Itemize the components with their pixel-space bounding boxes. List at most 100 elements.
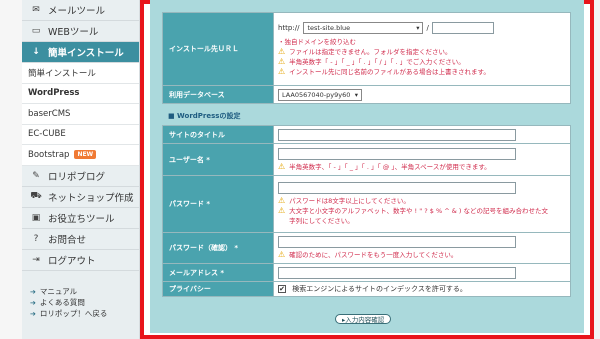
site-title-input[interactable]	[278, 128, 516, 141]
warning-text: ファイルは指定できません。フォルダを指定ください。	[289, 48, 452, 56]
warning-text: パスワードは8文字以上にしてください。	[289, 197, 410, 205]
chevron-down-icon: ▾	[354, 90, 358, 99]
warning-text: 大文字と小文字のアルファベット、数字や ! " ? $ % ^ & ) などの記…	[289, 207, 548, 225]
username-label: ユーザー名 *	[162, 143, 274, 176]
warning-text: インストール先に同じ名前のファイルがある場合は上書きされます。	[289, 68, 490, 76]
wordpress-settings-heading: ■ WordPressの設定	[168, 112, 241, 120]
email-label: メールアドレス *	[162, 263, 274, 282]
sidebar-item-label: WEBツール	[48, 27, 99, 38]
site-title-label: サイトのタイトル	[162, 125, 274, 144]
site-title-cell	[273, 125, 571, 144]
confirm-input-button[interactable]: ▸入力内容確認	[335, 314, 392, 324]
link-manual[interactable]: ➔ マニュアル	[30, 286, 107, 297]
subnav-ec-cube[interactable]: EC-CUBE	[22, 124, 139, 145]
sidebar-item-label: メールツール	[48, 6, 106, 17]
sidebar-item-label: お役立ちツール	[48, 213, 115, 225]
password-cell: ⚠ パスワードは8文字以上にしてください。 ⚠ 大文字と小文字のアルファベット、…	[273, 175, 571, 233]
install-url-cell: http:// test-site.blue ▾ / ・独自ドメインを絞り込む …	[273, 12, 571, 86]
privacy-text: 検索エンジンによるサイトのインデックスを許可する。	[292, 285, 467, 293]
filter-domain-link[interactable]: ・独自ドメインを絞り込む	[278, 37, 566, 47]
chevron-down-icon: ▾	[416, 23, 420, 32]
link-back-to-lolipop[interactable]: ➔ ロリポップ！へ戻る	[30, 308, 107, 319]
link-faq[interactable]: ➔ よくある質問	[30, 297, 107, 308]
subnav-label: 簡単インストール	[28, 68, 96, 79]
sidebar-item-web-tools[interactable]: ▭ WEBツール	[22, 21, 139, 42]
install-settings-table: インストール先ＵＲＬ http:// test-site.blue ▾ / ・独…	[162, 12, 571, 104]
warning-line: ⚠ ファイルは指定できません。フォルダを指定ください。	[278, 47, 566, 57]
url-prefix: http://	[278, 23, 300, 32]
privacy-cell: ✔ 検索エンジンによるサイトのインデックスを許可する。	[273, 281, 571, 297]
sidebar-item-lolipo-blog[interactable]: ✎ ロリポブログ	[22, 165, 139, 187]
warning-line: ⚠ 半角英数字、「 - 」「 _ 」「 . 」「 @ 」、半角スペースが使用でき…	[278, 162, 566, 172]
new-badge: NEW	[74, 150, 97, 160]
sidebar-item-logout[interactable]: ⇥ ログアウト	[22, 249, 139, 271]
warning-icon: ⚠	[278, 196, 286, 205]
left-gutter	[0, 0, 22, 339]
subnav-bootstrap[interactable]: Bootstrap NEW	[22, 145, 139, 166]
sidebar-item-easy-install[interactable]: ↓ 簡単インストール	[22, 42, 139, 63]
password-confirm-label: パスワード（確認） *	[162, 232, 274, 264]
link-label: マニュアル	[39, 287, 78, 296]
password-input[interactable]	[278, 182, 516, 194]
email-cell	[273, 263, 571, 282]
sidebar-item-useful-tools[interactable]: ▣ お役立ちツール	[22, 207, 139, 229]
database-select[interactable]: LAA0567040-py9y60 ▾	[278, 88, 362, 101]
warning-icon: ⚠	[278, 161, 286, 171]
sidebar-item-label: ネットショップ作成	[48, 192, 134, 204]
privacy-checkbox[interactable]: ✔	[278, 285, 286, 293]
privacy-label: プライバシー	[162, 281, 274, 297]
warning-line: ⚠ インストール先に同じ名前のファイルがある場合は上書きされます。	[278, 67, 566, 77]
warning-icon: ⚠	[278, 57, 286, 66]
warning-line: ⚠ パスワードは8文字以上にしてください。	[278, 196, 566, 206]
subnav-wordpress[interactable]: WordPress	[22, 83, 139, 104]
subnav-easy-install[interactable]: 簡単インストール	[22, 63, 139, 84]
password-label: パスワード *	[162, 175, 274, 233]
link-label: よくある質問	[39, 298, 85, 307]
warning-text: 半角英数字、「 - 」「 _ 」「 . 」「 @ 」、半角スペースが使用できます…	[289, 162, 491, 171]
arrow-right-icon: ➔	[30, 287, 36, 296]
pencil-icon: ✎	[32, 170, 40, 181]
subnav-label: baserCMS	[28, 108, 71, 119]
sidebar-item-label: ログアウト	[48, 255, 96, 267]
database-select-value: LAA0567040-py9y60	[282, 90, 351, 99]
monitor-icon: ▭	[31, 26, 41, 36]
database-cell: LAA0567040-py9y60 ▾	[273, 85, 571, 104]
sidebar-item-net-shop[interactable]: ⛟ ネットショップ作成	[22, 186, 139, 208]
arrow-right-icon: ➔	[30, 298, 36, 307]
install-url-label: インストール先ＵＲＬ	[162, 12, 274, 86]
username-input[interactable]	[278, 147, 516, 160]
warning-line: ⚠ 確認のために、パスワードをもう一度入力してください。	[278, 250, 566, 260]
briefcase-icon: ▣	[31, 212, 41, 223]
warning-icon: ⚠	[278, 250, 286, 259]
sidebar-item-label: 簡単インストール	[48, 48, 124, 59]
warning-text: 半角英数字「 - 」「 _ 」「 . 」「 / 」「 . 」でご入力ください。	[289, 58, 465, 66]
url-separator: /	[426, 23, 429, 32]
warning-line: ⚠ 大文字と小文字のアルファベット、数字や ! " ? $ % ^ & ) など…	[278, 206, 566, 226]
warning-icon: ⚠	[278, 67, 286, 76]
warning-line: ⚠ 半角英数字「 - 」「 _ 」「 . 」「 / 」「 . 」でご入力ください…	[278, 57, 566, 67]
wordpress-settings-table: サイトのタイトル ユーザー名 * ⚠ 半角英数字、「 - 」「 _ 」「 . 」…	[162, 125, 571, 297]
subnav-basercms[interactable]: baserCMS	[22, 104, 139, 125]
password-confirm-input[interactable]	[278, 236, 516, 248]
warning-text: 確認のために、パスワードをもう一度入力してください。	[289, 251, 458, 259]
domain-select-value: test-site.blue	[307, 23, 351, 32]
sidebar-item-mail-tools[interactable]: ✉ メールツール	[22, 0, 139, 21]
username-cell: ⚠ 半角英数字、「 - 」「 _ 」「 . 」「 @ 」、半角スペースが使用でき…	[273, 143, 571, 176]
link-label: ロリポップ！へ戻る	[39, 309, 108, 318]
subnav-label: WordPress	[28, 88, 80, 99]
sidebar-item-contact[interactable]: ? お問合せ	[22, 228, 139, 250]
subnav-label: EC-CUBE	[28, 129, 66, 140]
warning-icon: ⚠	[278, 206, 286, 215]
domain-select[interactable]: test-site.blue ▾	[303, 21, 424, 34]
logout-icon: ⇥	[32, 254, 40, 265]
sidebar-item-label: ロリポブログ	[48, 171, 106, 183]
email-input[interactable]	[278, 266, 516, 279]
sidebar-links: ➔ マニュアル ➔ よくある質問 ➔ ロリポップ！へ戻る	[30, 286, 107, 319]
install-path-input[interactable]	[431, 21, 494, 34]
confirm-button-label: ▸入力内容確認	[342, 316, 385, 324]
sidebar-item-label: お問合せ	[48, 234, 87, 246]
download-icon: ↓	[32, 47, 40, 57]
subnav-label: Bootstrap	[28, 149, 70, 160]
password-confirm-cell: ⚠ 確認のために、パスワードをもう一度入力してください。	[273, 232, 571, 264]
mail-icon: ✉	[32, 5, 40, 15]
